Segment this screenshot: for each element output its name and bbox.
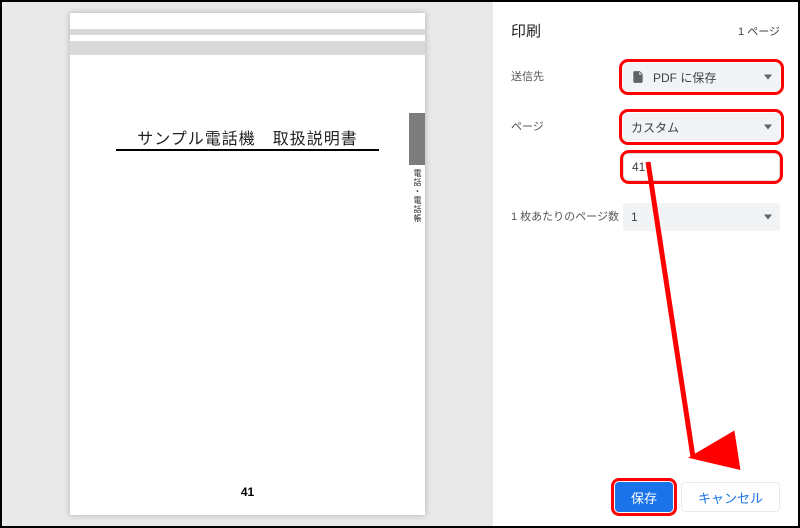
pages-row: ページ カスタム — [511, 113, 780, 141]
page-number: 41 — [70, 485, 425, 499]
cancel-button-label: キャンセル — [698, 488, 763, 507]
preview-page[interactable]: サンプル電話機 取扱説明書 電話・電話帳 41 — [70, 13, 425, 515]
pages-range-input[interactable]: 41 — [623, 153, 780, 181]
pages-per-sheet-label: 1 枚あたりのページ数 — [511, 203, 623, 224]
save-button-label: 保存 — [631, 488, 657, 507]
chevron-down-icon — [764, 75, 772, 80]
dialog-footer: 保存 キャンセル — [615, 482, 780, 512]
pages-mode-select[interactable]: カスタム — [623, 113, 780, 141]
pages-per-sheet-select[interactable]: 1 — [623, 203, 780, 231]
sheet-count-label: 1 ページ — [738, 23, 780, 39]
print-settings-panel: 印刷 1 ページ 送信先 PDF に保存 ページ カスタム — [493, 2, 798, 526]
pages-mode-value: カスタム — [631, 119, 679, 136]
print-preview-pane: サンプル電話機 取扱説明書 電話・電話帳 41 — [2, 2, 493, 526]
pages-per-sheet-value: 1 — [631, 210, 638, 224]
document-title: サンプル電話機 取扱説明書 — [70, 125, 425, 149]
pages-label: ページ — [511, 113, 623, 134]
destination-label: 送信先 — [511, 63, 623, 84]
panel-title: 印刷 — [511, 20, 541, 41]
save-button[interactable]: 保存 — [615, 482, 673, 512]
destination-row: 送信先 PDF に保存 — [511, 63, 780, 91]
decorative-band — [70, 29, 425, 35]
destination-select[interactable]: PDF に保存 — [623, 63, 780, 91]
decorative-band — [70, 41, 425, 55]
title-rule — [116, 149, 379, 151]
destination-value: PDF に保存 — [653, 69, 716, 86]
chevron-down-icon — [764, 125, 772, 130]
pages-per-sheet-row: 1 枚あたりのページ数 1 — [511, 203, 780, 231]
pages-range-value: 41 — [632, 160, 645, 174]
side-tab-label: 電話・電話帳 — [411, 169, 423, 223]
chevron-down-icon — [764, 215, 772, 220]
pdf-icon — [631, 70, 645, 84]
cancel-button[interactable]: キャンセル — [681, 482, 780, 512]
side-tab — [409, 113, 425, 165]
print-dialog: サンプル電話機 取扱説明書 電話・電話帳 41 印刷 1 ページ 送信先 PDF… — [0, 0, 800, 528]
